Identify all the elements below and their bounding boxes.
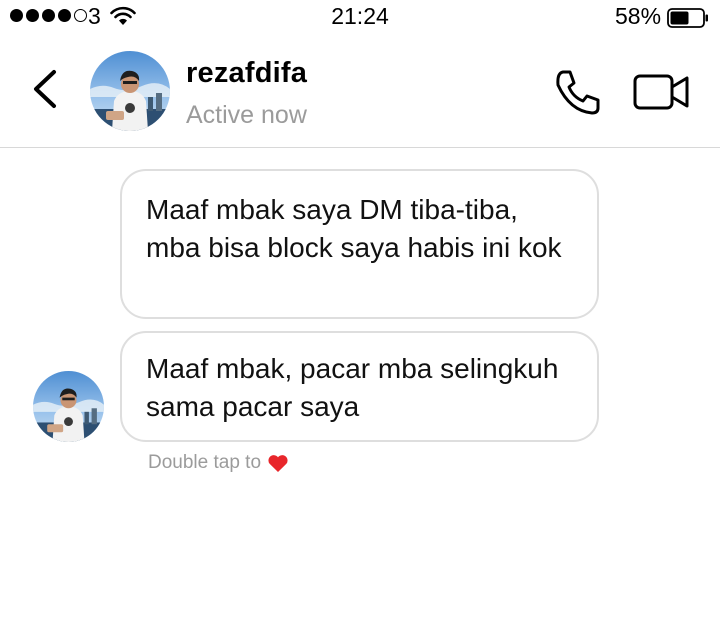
message-bubble[interactable]: Maaf mbak, pacar mba selingkuh sama paca… <box>120 331 599 442</box>
message-text: Maaf mbak, pacar mba selingkuh sama paca… <box>146 353 559 422</box>
chevron-left-icon <box>34 70 56 108</box>
status-time: 21:24 <box>331 3 389 29</box>
reaction-hint-text: Double tap to <box>148 452 262 473</box>
video-call-button[interactable] <box>632 70 690 114</box>
phone-icon <box>556 70 600 115</box>
profile-avatar[interactable] <box>90 51 170 131</box>
battery-icon <box>667 8 708 28</box>
status-bar: 3 21:24 58% <box>0 0 720 34</box>
audio-call-button[interactable] <box>553 68 603 116</box>
heart-icon <box>268 455 288 472</box>
active-status: Active now <box>186 101 307 129</box>
back-button[interactable] <box>26 64 66 114</box>
message-text: Maaf mbak saya DM tiba-tiba, mba bisa bl… <box>146 194 562 263</box>
reaction-hint: Double tap to <box>148 452 289 474</box>
chat-username[interactable]: rezafdifa <box>186 57 307 90</box>
message-bubble[interactable]: Maaf mbak saya DM tiba-tiba, mba bisa bl… <box>120 169 599 319</box>
video-camera-icon <box>633 74 689 110</box>
battery-percentage: 58% <box>615 3 662 29</box>
chat-header: rezafdifa Active now <box>0 34 720 148</box>
sender-avatar[interactable] <box>33 371 104 442</box>
